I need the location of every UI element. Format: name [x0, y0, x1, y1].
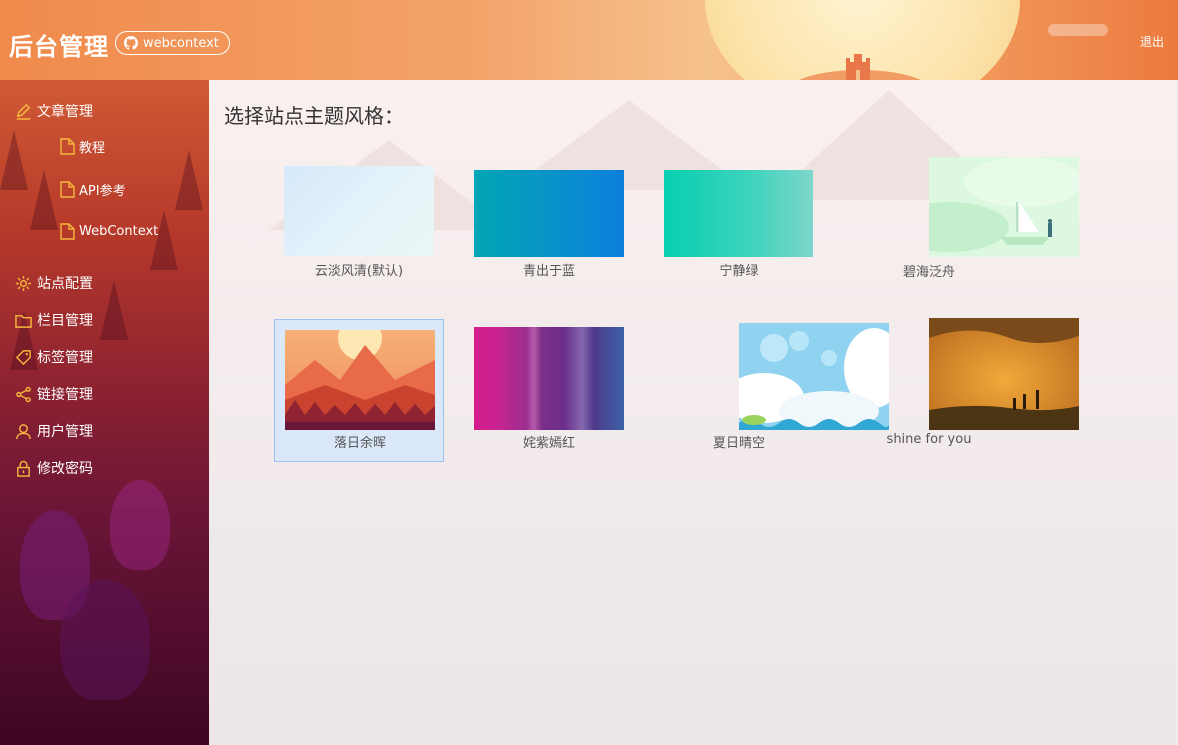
sidebar-item-users[interactable]: 用户管理	[14, 421, 93, 441]
sidebar-subitem-webcontext[interactable]: WebContext	[60, 223, 158, 240]
sidebar-subitem-label: API参考	[79, 184, 126, 199]
sidebar-item-label: 修改密码	[37, 461, 93, 477]
cloud-decoration	[1048, 24, 1108, 36]
theme-card[interactable]: shine for you	[854, 318, 1079, 452]
sidebar-subitem-label: 教程	[79, 141, 106, 156]
github-icon	[124, 36, 138, 50]
theme-label: 碧海泛舟	[902, 265, 955, 280]
logout-link[interactable]: 退出	[1140, 33, 1164, 50]
page-title: 选择站点主题风格：	[224, 104, 404, 128]
sidebar-item-label: 链接管理	[37, 387, 93, 403]
sidebar-item-articles[interactable]: 文章管理	[14, 101, 93, 121]
theme-label: shine for you	[886, 432, 972, 447]
theme-card-selected[interactable]: 落日余晖	[274, 319, 444, 462]
tree-decoration	[30, 170, 58, 230]
tree-decoration	[0, 130, 28, 190]
edit-icon	[14, 102, 32, 120]
sidebar-subitem-api[interactable]: API参考	[60, 180, 126, 199]
theme-thumbnail	[929, 157, 1079, 257]
theme-thumbnail	[474, 170, 624, 257]
lock-icon	[14, 459, 32, 477]
github-label: webcontext	[143, 35, 219, 51]
tree-decoration	[150, 210, 178, 270]
theme-label: 姹紫嫣红	[522, 436, 575, 451]
sidebar-subitem-tutorial[interactable]: 教程	[60, 137, 105, 156]
theme-label: 宁静绿	[719, 264, 759, 279]
folder-icon	[14, 311, 32, 329]
sidebar: 文章管理 教程 API参考 WebContext 站点配置 栏目管理 标签管理	[0, 80, 209, 745]
tree-decoration	[100, 280, 128, 340]
sidebar-item-links[interactable]: 链接管理	[14, 384, 93, 404]
theme-label: 落日余晖	[333, 436, 386, 451]
theme-thumbnail	[474, 327, 624, 430]
share-icon	[14, 385, 32, 403]
tag-icon	[14, 348, 32, 366]
main-content: 选择站点主题风格： 云淡风清(默认) 青出于蓝 宁静绿 碧海泛舟 落日余晖 姹紫…	[209, 80, 1176, 745]
theme-card[interactable]: 云淡风清(默认)	[284, 166, 434, 279]
file-icon	[60, 138, 75, 155]
theme-thumbnail	[929, 318, 1079, 430]
theme-label: 夏日晴空	[712, 436, 765, 451]
theme-card[interactable]: 姹紫嫣红	[474, 327, 624, 452]
sidebar-subitem-label: WebContext	[79, 224, 159, 239]
sidebar-item-columns[interactable]: 栏目管理	[14, 310, 93, 330]
sidebar-item-change-password[interactable]: 修改密码	[14, 458, 93, 478]
theme-card[interactable]: 夏日晴空	[664, 323, 889, 452]
github-link[interactable]: webcontext	[115, 31, 230, 55]
castle-decoration	[846, 54, 870, 80]
sidebar-item-tags[interactable]: 标签管理	[14, 347, 93, 367]
tree-decoration	[175, 150, 203, 210]
user-icon	[14, 422, 32, 440]
theme-card[interactable]: 碧海泛舟	[854, 157, 1079, 280]
app-title: 后台管理	[9, 33, 109, 61]
sidebar-item-label: 站点配置	[37, 276, 93, 292]
sidebar-item-label: 文章管理	[37, 104, 93, 120]
sidebar-item-site-config[interactable]: 站点配置	[14, 273, 93, 293]
sidebar-item-label: 标签管理	[37, 350, 93, 366]
file-icon	[60, 223, 75, 240]
sidebar-item-label: 用户管理	[37, 424, 93, 440]
file-icon	[60, 181, 75, 198]
plant-decoration	[60, 580, 150, 700]
plant-decoration	[110, 480, 170, 570]
theme-label: 青出于蓝	[522, 264, 575, 279]
theme-card[interactable]: 宁静绿	[664, 170, 814, 279]
theme-label: 云淡风清(默认)	[314, 264, 404, 279]
theme-thumbnail	[284, 166, 434, 256]
gear-icon	[14, 274, 32, 292]
theme-thumbnail	[664, 170, 813, 257]
sidebar-item-label: 栏目管理	[37, 313, 93, 329]
theme-card[interactable]: 青出于蓝	[474, 170, 624, 279]
theme-thumbnail	[285, 330, 435, 430]
